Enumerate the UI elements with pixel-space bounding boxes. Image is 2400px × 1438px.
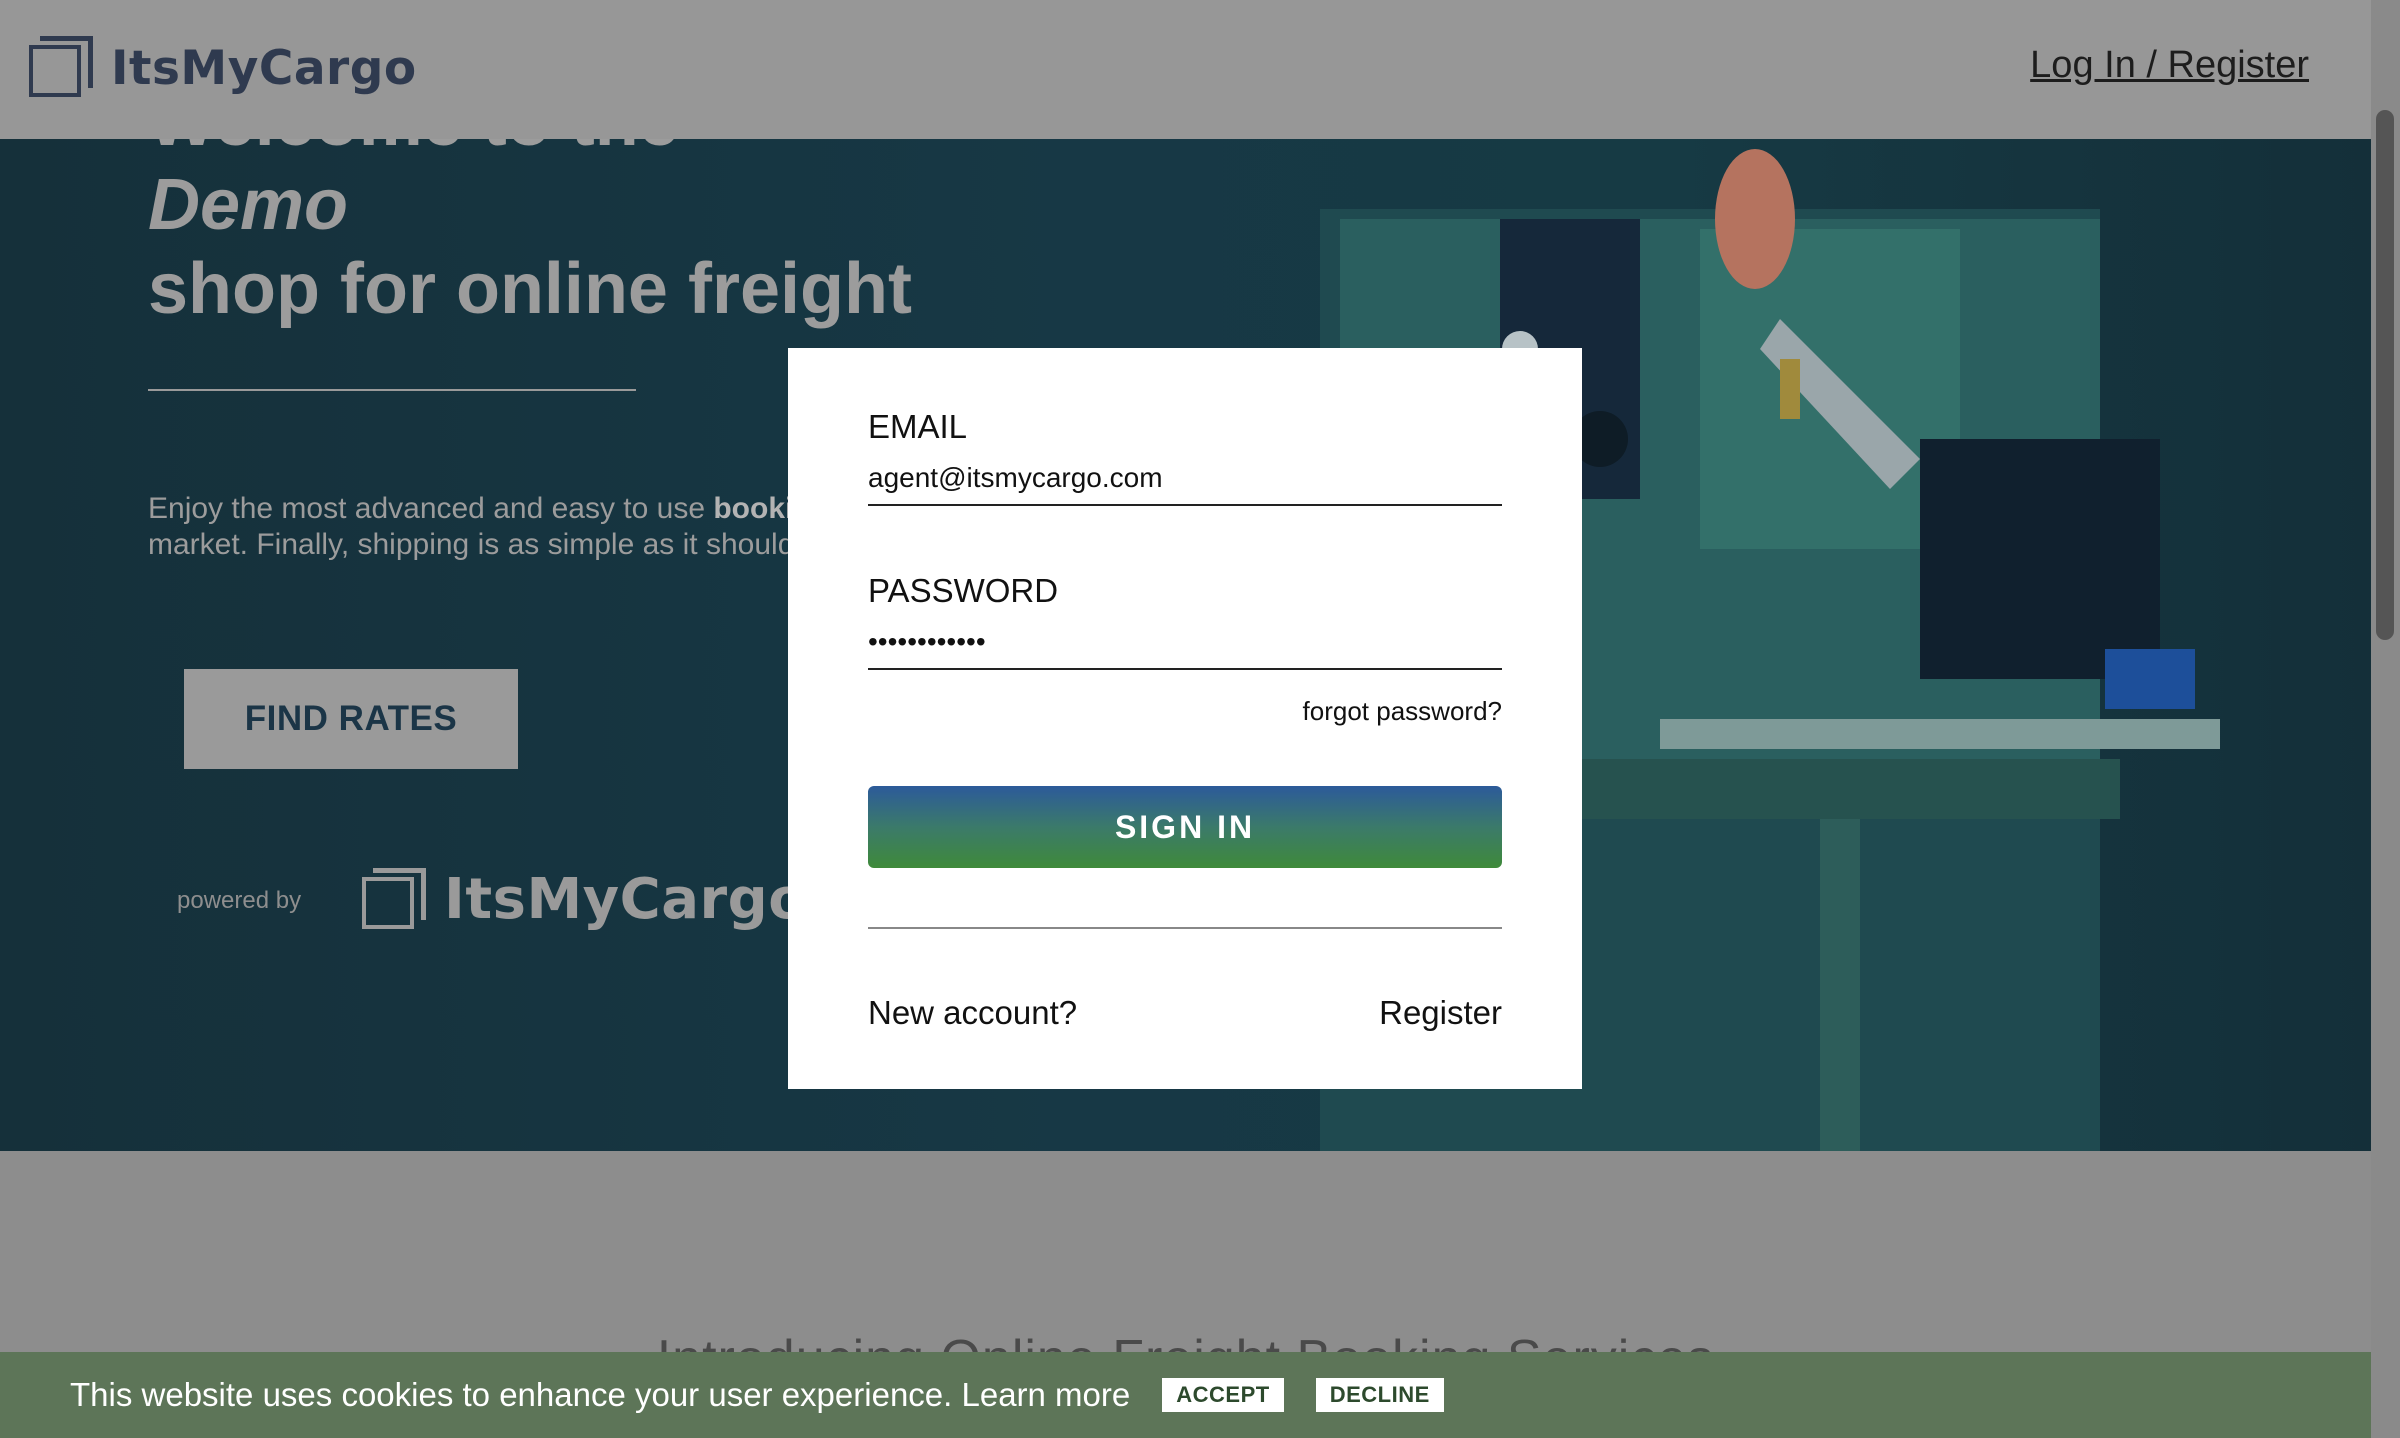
powered-brand-name: ItsMyCargo: [444, 867, 808, 932]
cookie-message[interactable]: This website uses cookies to enhance you…: [70, 1376, 1130, 1414]
password-label: PASSWORD: [868, 572, 1059, 609]
brand-logo[interactable]: ItsMyCargo: [29, 36, 417, 100]
forgot-password-link[interactable]: forgot password?: [1303, 696, 1502, 727]
login-register-link[interactable]: Log In / Register: [2030, 44, 2309, 87]
new-account-label: New account?: [868, 994, 1078, 1031]
powered-by-logo: ItsMyCargo: [362, 867, 807, 932]
hero-title-line3: shop for online freight: [148, 249, 912, 329]
find-rates-button[interactable]: FIND RATES: [184, 669, 518, 769]
hero-title-line2: Demo: [148, 165, 349, 245]
email-field[interactable]: [868, 462, 1502, 506]
cookie-banner: This website uses cookies to enhance you…: [0, 1352, 2371, 1438]
hero-title: Welcome to the Demo shop for online frei…: [148, 139, 912, 331]
sign-in-button[interactable]: SIGN IN: [868, 786, 1502, 868]
password-field[interactable]: [868, 626, 1502, 670]
hero-text-line2: market. Finally, shipping is as simple a…: [148, 528, 788, 561]
hero-text-bold: bookin: [713, 492, 788, 525]
brand-name: ItsMyCargo: [111, 40, 417, 96]
modal-divider: [868, 927, 1502, 929]
cookie-accept-button[interactable]: ACCEPT: [1162, 1378, 1284, 1412]
login-modal: EMAIL PASSWORD forgot password? SIGN IN …: [788, 348, 1582, 1089]
logo-mark-icon: [362, 867, 426, 932]
hero-divider: [148, 389, 636, 391]
email-label: EMAIL: [868, 408, 968, 445]
page-scrollbar[interactable]: [2371, 0, 2400, 1438]
logo-mark-icon: [29, 36, 93, 100]
register-link[interactable]: Register: [1379, 994, 1502, 1032]
cookie-decline-button[interactable]: DECLINE: [1315, 1378, 1444, 1412]
scrollbar-thumb[interactable]: [2376, 110, 2394, 640]
hero-description: Enjoy the most advanced and easy to use …: [148, 491, 788, 563]
hero-title-line1: Welcome to the: [148, 139, 912, 163]
hero-text-plain: Enjoy the most advanced and easy to use: [148, 492, 714, 525]
powered-by-label: powered by: [177, 887, 302, 914]
top-header: ItsMyCargo Log In / Register: [0, 0, 2371, 140]
